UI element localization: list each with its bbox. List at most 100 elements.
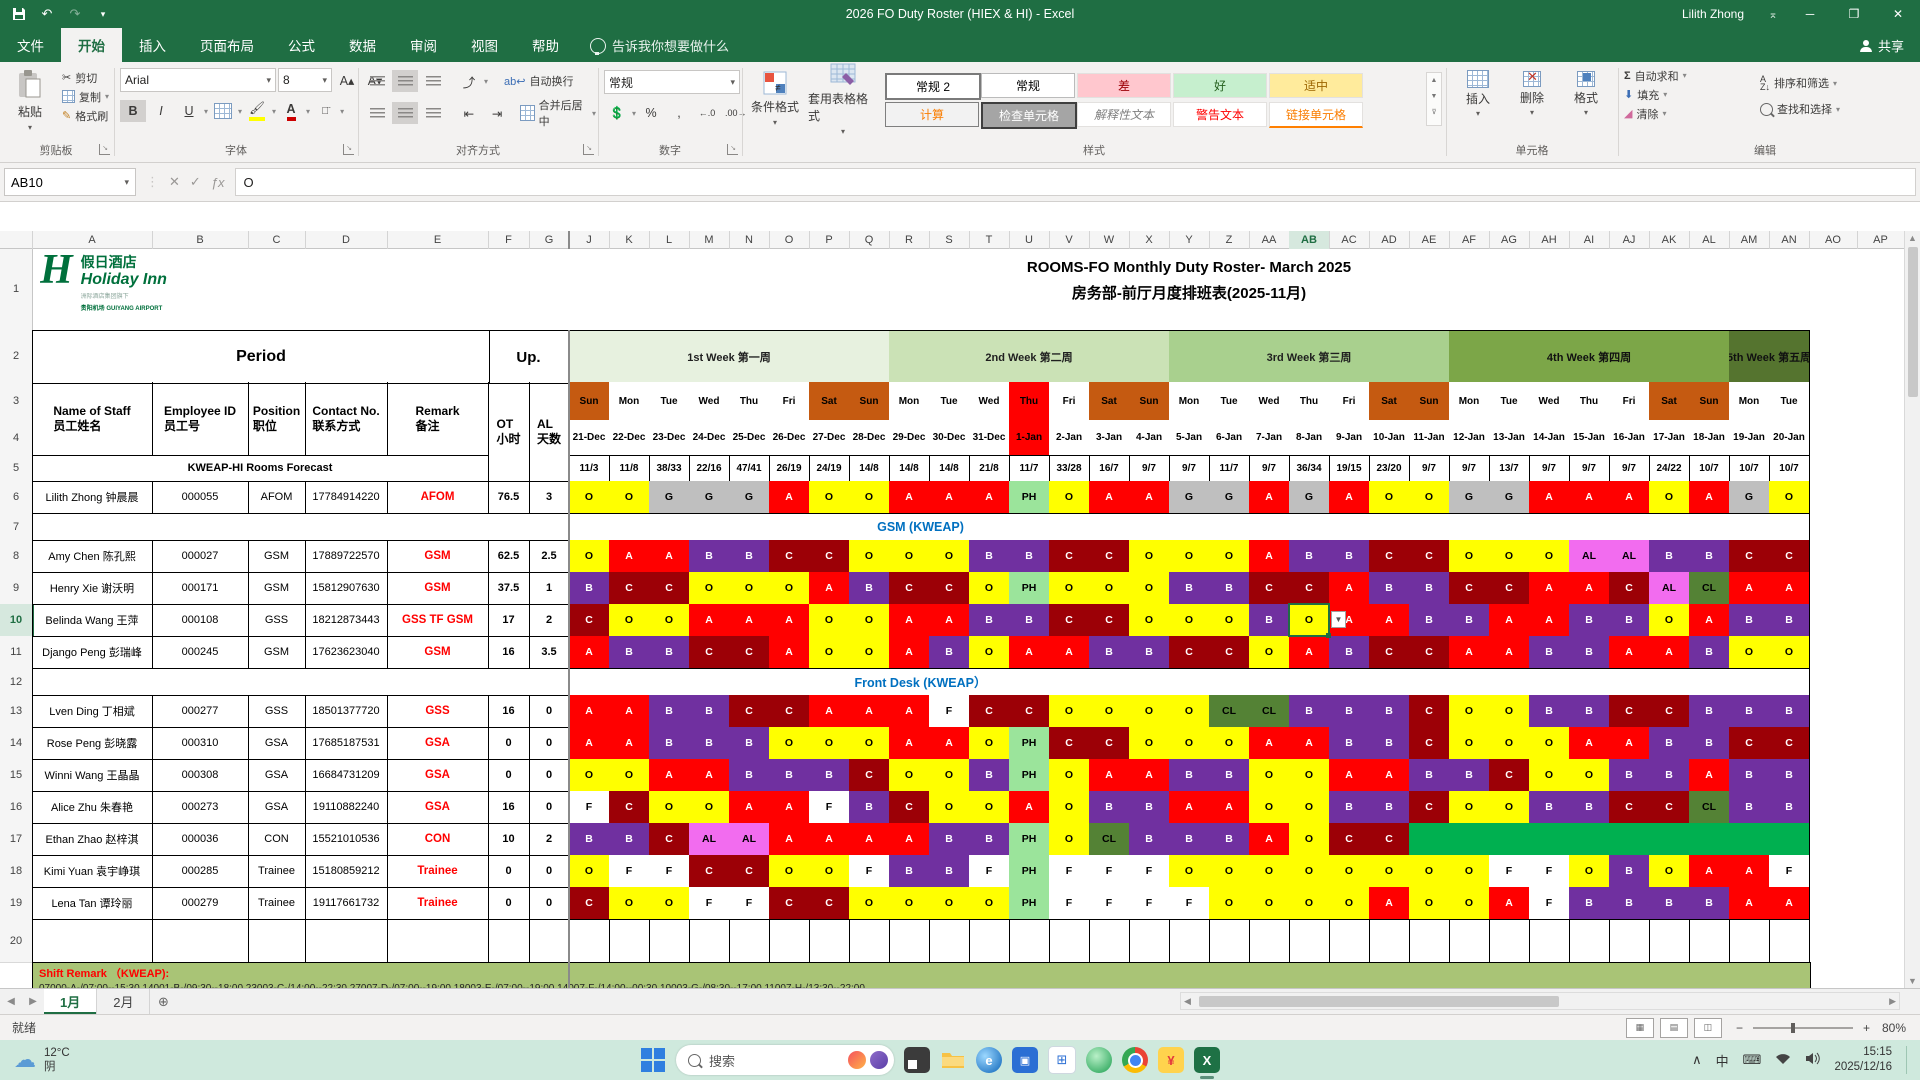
shift-cell-A[interactable]: A: [729, 604, 770, 637]
grow-font-button[interactable]: A▴: [334, 69, 360, 91]
shift-cell-B[interactable]: B: [1609, 855, 1650, 888]
shift-cell-C[interactable]: C: [1409, 540, 1450, 573]
row-header-16[interactable]: 16: [0, 791, 33, 824]
cell-style-链接单元格[interactable]: 链接单元格: [1269, 102, 1363, 128]
column-header-J[interactable]: J: [569, 231, 610, 249]
shift-cell-C[interactable]: C: [1609, 791, 1650, 824]
shift-cell-B[interactable]: B: [1329, 791, 1370, 824]
copy-button[interactable]: 复制 ▾: [62, 87, 109, 106]
save-icon[interactable]: [10, 5, 28, 23]
shift-cell-C[interactable]: C: [1729, 727, 1770, 760]
shift-cell-B[interactable]: B: [1089, 636, 1130, 669]
phonetic-button[interactable]: 文̈: [312, 100, 338, 122]
shift-cell-B[interactable]: B: [969, 540, 1010, 573]
shift-cell-A[interactable]: A: [1169, 791, 1210, 824]
shift-cell-B[interactable]: B: [1329, 695, 1370, 728]
sheet-nav-left-icon[interactable]: ◀: [0, 989, 22, 1014]
shift-cell-O[interactable]: O: [689, 572, 730, 605]
column-header-S[interactable]: S: [929, 231, 970, 249]
empty-cell[interactable]: [1769, 919, 1810, 963]
shift-cell-O[interactable]: O: [849, 727, 890, 760]
empty-cell[interactable]: [729, 919, 770, 963]
paste-button[interactable]: 粘贴 ▾: [2, 64, 58, 138]
shift-cell-C[interactable]: C: [1449, 572, 1490, 605]
shift-cell-B[interactable]: B: [809, 759, 850, 792]
shift-cell-B[interactable]: B: [1009, 604, 1050, 637]
column-header-AC[interactable]: AC: [1329, 231, 1370, 249]
shift-cell-B[interactable]: B: [969, 759, 1010, 792]
row-header-11[interactable]: 11: [0, 636, 33, 669]
insert-function-icon[interactable]: ƒx: [211, 175, 225, 190]
shift-cell-B[interactable]: B: [1769, 695, 1810, 728]
shift-cell-A[interactable]: A: [1249, 540, 1290, 573]
empty-cell[interactable]: [1209, 919, 1250, 963]
clear-button[interactable]: ◢ 清除 ▾: [1624, 104, 1687, 123]
shift-cell-O[interactable]: O: [969, 887, 1010, 920]
shift-cell-B[interactable]: B: [1769, 604, 1810, 637]
shift-cell-C[interactable]: C: [1049, 604, 1090, 637]
shift-cell-B[interactable]: B: [1769, 791, 1810, 824]
shift-cell-B[interactable]: B: [1649, 727, 1690, 760]
shift-cell-O[interactable]: O: [1329, 855, 1370, 888]
merge-center-button[interactable]: 合并后居中 ▾: [520, 100, 596, 128]
shift-cell-A[interactable]: A: [769, 791, 810, 824]
shift-cell-B[interactable]: B: [1009, 540, 1050, 573]
zoom-in-icon[interactable]: +: [1863, 1021, 1870, 1035]
shift-cell-A[interactable]: A: [889, 604, 930, 637]
cell-style-常规[interactable]: 常规: [981, 73, 1075, 98]
network-icon[interactable]: [1775, 1052, 1791, 1068]
align-bottom-icon[interactable]: [420, 70, 446, 92]
shift-cell-B[interactable]: B: [1369, 695, 1410, 728]
shift-cell-O[interactable]: O: [1129, 572, 1170, 605]
shift-cell-O[interactable]: O: [849, 887, 890, 920]
empty-cell[interactable]: [488, 919, 530, 963]
shift-cell-G[interactable]: G: [1489, 481, 1530, 514]
shift-cell-PH[interactable]: PH: [1009, 823, 1050, 856]
shift-cell-C[interactable]: C: [1649, 695, 1690, 728]
number-format-select[interactable]: 常规 ▾: [604, 70, 740, 94]
shift-cell-C[interactable]: C: [649, 572, 690, 605]
shift-cell-B[interactable]: B: [1649, 759, 1690, 792]
shift-cell-B[interactable]: B: [1609, 759, 1650, 792]
shift-cell-A[interactable]: A: [729, 791, 770, 824]
shift-cell-O[interactable]: O: [1369, 481, 1410, 514]
empty-cell[interactable]: [1529, 919, 1570, 963]
shift-cell-B[interactable]: B: [1209, 823, 1250, 856]
shift-cell-A[interactable]: A: [889, 727, 930, 760]
shift-cell-O[interactable]: O: [929, 759, 970, 792]
shift-cell-B[interactable]: B: [1129, 823, 1170, 856]
shift-cell-B[interactable]: B: [1729, 791, 1770, 824]
shift-cell-C[interactable]: C: [889, 572, 930, 605]
shift-cell-O[interactable]: O: [1569, 855, 1610, 888]
shift-cell-O[interactable]: O: [569, 759, 610, 792]
column-header-V[interactable]: V: [1049, 231, 1090, 249]
shift-cell-O[interactable]: O: [1529, 759, 1570, 792]
column-header-AB[interactable]: AB: [1289, 231, 1330, 251]
shift-cell-B[interactable]: B: [729, 759, 770, 792]
file-explorer-icon[interactable]: [940, 1047, 966, 1073]
shift-cell-B[interactable]: B: [1129, 636, 1170, 669]
empty-cell[interactable]: [929, 919, 970, 963]
shift-cell-CL[interactable]: CL: [1689, 791, 1730, 824]
shift-cell-C[interactable]: C: [689, 855, 730, 888]
shift-cell-O[interactable]: O: [809, 636, 850, 669]
shift-cell-B[interactable]: B: [1409, 604, 1450, 637]
shift-cell-A[interactable]: A: [1129, 481, 1170, 514]
percent-style-icon[interactable]: %: [638, 102, 664, 124]
underline-button[interactable]: U: [176, 100, 202, 122]
bold-button[interactable]: B: [120, 100, 146, 122]
shift-cell-A[interactable]: A: [1649, 636, 1690, 669]
empty-cell[interactable]: [1049, 919, 1090, 963]
shift-cell-O[interactable]: O: [1449, 887, 1490, 920]
shift-cell-A[interactable]: A: [1329, 481, 1370, 514]
shift-cell-C[interactable]: C: [1329, 823, 1370, 856]
empty-cell[interactable]: [529, 919, 570, 963]
shift-cell-AL[interactable]: AL: [689, 823, 730, 856]
shift-cell-B[interactable]: B: [1409, 572, 1450, 605]
shift-cell-B[interactable]: B: [649, 695, 690, 728]
shift-cell-C[interactable]: C: [1649, 791, 1690, 824]
shift-cell-O[interactable]: O: [929, 791, 970, 824]
row-header-17[interactable]: 17: [0, 823, 33, 856]
shift-cell-B[interactable]: B: [649, 636, 690, 669]
shift-cell-B[interactable]: B: [1449, 604, 1490, 637]
